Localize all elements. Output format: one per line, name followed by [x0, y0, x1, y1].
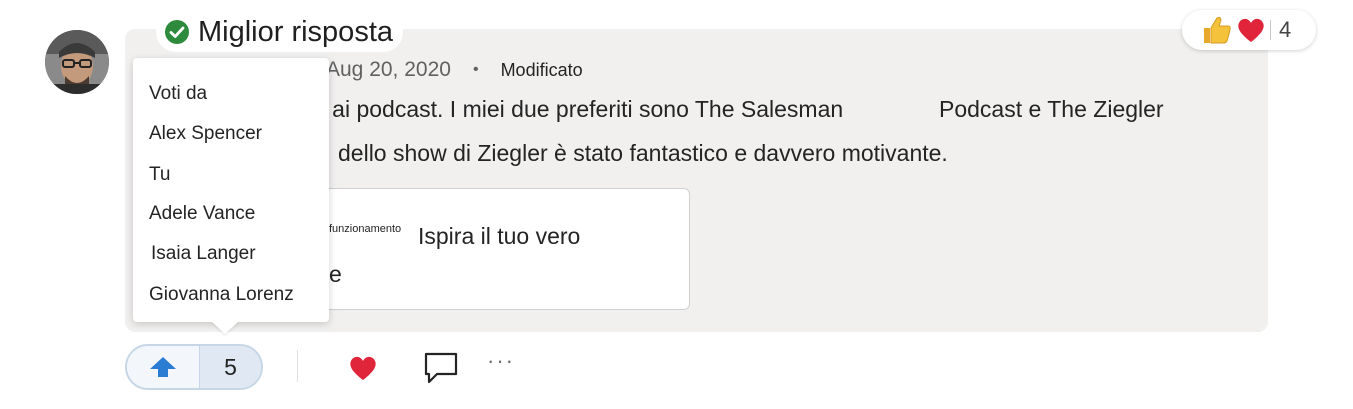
- link-preview-source: funzionamento: [329, 223, 402, 235]
- link-preview-title-line2: e: [329, 261, 342, 287]
- post-body-line2: dello show di Ziegler è stato fantastico…: [338, 140, 948, 166]
- avatar[interactable]: [45, 30, 109, 94]
- edited-label: Modificato: [500, 59, 583, 80]
- link-preview-title[interactable]: Ispira il tuo vero: [418, 223, 580, 250]
- reactions-divider: [1270, 20, 1271, 40]
- heart-icon: [350, 356, 376, 380]
- voter-name[interactable]: Isaia Langer: [151, 243, 256, 265]
- heart-icon: [1238, 18, 1264, 42]
- post-body-line1-end: Podcast e The Ziegler: [939, 96, 1164, 122]
- voters-header: Voti da: [149, 83, 208, 104]
- comment-button[interactable]: [423, 351, 459, 385]
- upvote-button[interactable]: [127, 346, 199, 388]
- post-body-line1: g ai podcast. I miei due preferiti sono …: [313, 96, 844, 122]
- voter-name[interactable]: Tu: [149, 164, 170, 186]
- comment-icon: [424, 352, 458, 384]
- check-circle-icon: [165, 20, 189, 44]
- post-meta: Aug 20, 2020 • Modificato: [326, 58, 583, 82]
- thumbs-up-icon: [1204, 16, 1231, 44]
- user-photo-icon: [45, 30, 109, 94]
- post-date: Aug 20, 2020: [326, 58, 451, 81]
- arrow-up-icon: [150, 357, 176, 377]
- action-divider: [297, 350, 298, 382]
- voter-name[interactable]: Adele Vance: [149, 203, 255, 225]
- popup-arrow: [211, 321, 239, 334]
- reactions-count: 4: [1279, 17, 1292, 42]
- best-answer-label: Miglior risposta: [198, 15, 393, 48]
- best-answer-badge: Miglior risposta: [156, 12, 403, 52]
- upvote-count[interactable]: 5: [199, 346, 261, 388]
- more-options-button[interactable]: ···: [487, 348, 515, 374]
- voter-name[interactable]: Giovanna Lorenz: [149, 284, 294, 306]
- upvote-control[interactable]: 5: [125, 344, 263, 390]
- voter-name[interactable]: Alex Spencer: [149, 123, 262, 145]
- voters-popup: Voti da Alex Spencer Tu Adele Vance Isai…: [133, 58, 329, 334]
- reactions-summary[interactable]: 4: [1182, 10, 1316, 50]
- link-preview-card[interactable]: funzionamento Ispira il tuo vero e: [290, 188, 690, 310]
- meta-separator: •: [472, 61, 479, 78]
- like-button[interactable]: [346, 353, 380, 383]
